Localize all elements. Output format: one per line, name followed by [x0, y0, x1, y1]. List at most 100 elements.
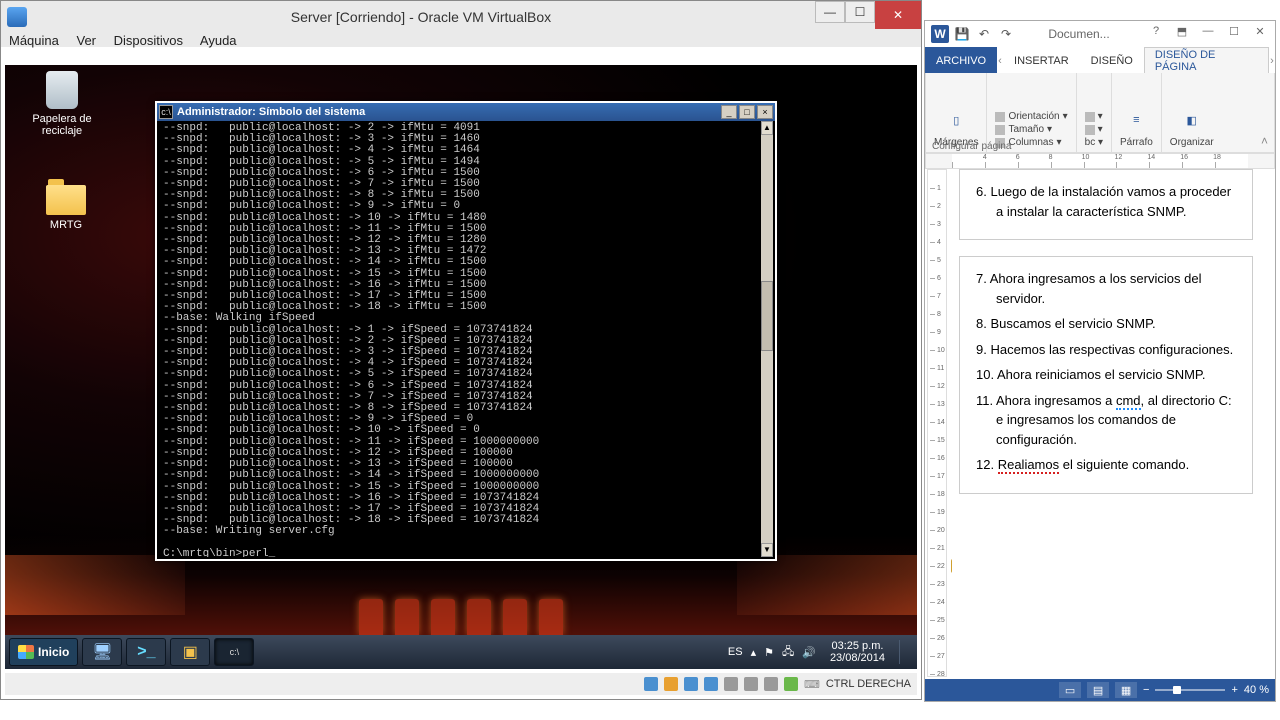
tab-diseno-pagina[interactable]: DISEÑO DE PÁGINA — [1144, 47, 1269, 73]
scroll-up-button[interactable]: ▲ — [761, 121, 773, 135]
status-mouse-icon[interactable] — [784, 677, 798, 691]
taskbar-powershell[interactable]: >_ — [126, 638, 166, 666]
taskbar-cmd[interactable]: c:\ — [214, 638, 254, 666]
view-print-layout[interactable]: ▤ — [1087, 682, 1109, 698]
size-button[interactable]: Tamaño ▾ — [995, 124, 1067, 135]
group-paragraph: ≡ Párrafo — [1112, 73, 1162, 152]
cmd-output[interactable]: --snpd: public@localhost: -> 2 -> ifMtu … — [159, 121, 761, 557]
windows-flag-icon — [18, 645, 34, 659]
status-rec-icon[interactable] — [764, 677, 778, 691]
cmd-minimize[interactable]: _ — [721, 105, 737, 119]
zoom-out[interactable]: − — [1143, 684, 1149, 696]
view-web-layout[interactable]: ▦ — [1115, 682, 1137, 698]
ribbon-tabs: ARCHIVO ‹ INSERTAR DISEÑO DISEÑO DE PÁGI… — [925, 47, 1275, 73]
maximize-button[interactable]: ☐ — [845, 1, 875, 23]
tab-nav-right[interactable]: › — [1269, 47, 1275, 73]
margins-icon[interactable]: ▯ — [943, 107, 969, 133]
horizontal-ruler[interactable]: 4681012141618 — [925, 153, 1275, 169]
cmd-maximize[interactable]: □ — [739, 105, 755, 119]
paragraph-icon[interactable]: ≡ — [1123, 107, 1149, 133]
menu-ayuda[interactable]: Ayuda — [200, 33, 237, 48]
page-setup-sublabel: Configurar página — [932, 141, 1012, 152]
wallpaper-lights — [261, 575, 661, 635]
close-button[interactable]: ✕ — [875, 1, 921, 29]
tray-clock[interactable]: 03:25 p.m. 23/08/2014 — [824, 640, 891, 664]
tab-insertar[interactable]: INSERTAR — [1003, 47, 1080, 73]
status-usb-icon[interactable] — [684, 677, 698, 691]
vertical-ruler[interactable]: 1234567891011121314151617181920212223242… — [927, 169, 947, 677]
vbox-status-bar: ⌨ CTRL DERECHA — [5, 673, 917, 695]
qat-redo-icon[interactable]: ↷ — [997, 25, 1015, 43]
ribbon-collapse-icon[interactable]: ˄ — [1261, 134, 1268, 148]
host-key-label: CTRL DERECHA — [826, 678, 911, 690]
zoom-level[interactable]: 40 % — [1244, 684, 1269, 696]
word-minimize[interactable]: — — [1195, 25, 1221, 43]
word-window: W 💾 ↶ ↷ Documen... ? ⬒ — ☐ ✕ ARCHIVO ‹ I… — [924, 20, 1276, 702]
word-help-button[interactable]: ? — [1143, 25, 1169, 43]
taskbar-explorer[interactable]: ▣ — [170, 638, 210, 666]
status-shared-icon[interactable] — [724, 677, 738, 691]
vbox-icon — [7, 7, 27, 27]
vm-desktop[interactable]: Papelera de reciclaje MRTG c:\ Administr… — [5, 65, 917, 635]
line-numbers-icon[interactable]: ▾ — [1085, 124, 1103, 135]
taskbar-server-manager[interactable]: 🖥 — [82, 638, 122, 666]
spelling-error: Realiamos — [998, 457, 1059, 474]
list-item: 12. Realiamos el siguiente comando. — [976, 455, 1236, 475]
start-button[interactable]: Inicio — [9, 638, 78, 666]
status-hdd-icon[interactable] — [644, 677, 658, 691]
vbox-title-text: Server [Corriendo] - Oracle VM VirtualBo… — [27, 1, 815, 25]
tray-chevron-up-icon[interactable]: ▴ — [751, 646, 757, 659]
scroll-down-button[interactable]: ▼ — [761, 543, 773, 557]
orientation-button[interactable]: Orientación ▾ — [995, 111, 1067, 122]
zoom-knob[interactable] — [1173, 686, 1181, 694]
word-titlebar[interactable]: W 💾 ↶ ↷ Documen... ? ⬒ — ☐ ✕ — [925, 21, 1275, 47]
word-maximize[interactable]: ☐ — [1221, 25, 1247, 43]
tray-lang[interactable]: ES — [728, 646, 743, 658]
word-icon[interactable]: W — [931, 25, 949, 43]
hyphenation-icon[interactable]: bc ▾ — [1085, 137, 1103, 148]
status-display-icon[interactable] — [744, 677, 758, 691]
list-item: 6. Luego de la instalación vamos a proce… — [976, 182, 1236, 221]
tray-time: 03:25 p.m. — [830, 640, 885, 652]
vm-taskbar: Inicio 🖥 >_ ▣ c:\ ES ▴ ⚑ 🖧 🔊 03:25 p.m. … — [5, 635, 917, 669]
tab-diseno[interactable]: DISEÑO — [1080, 47, 1144, 73]
ribbon: ▯ Márgenes Orientación ▾ Tamaño ▾ Column… — [925, 73, 1275, 153]
tray-flag-icon[interactable]: ⚑ — [764, 646, 774, 659]
word-title-text: Documen... — [1015, 27, 1143, 41]
folder-mrtg[interactable]: MRTG — [27, 185, 105, 231]
folder-icon — [46, 185, 86, 215]
menu-dispositivos[interactable]: Dispositivos — [114, 33, 183, 48]
zoom-in[interactable]: + — [1231, 684, 1237, 696]
qat-save-icon[interactable]: 💾 — [953, 25, 971, 43]
list-item: 10. Ahora reiniciamos el servicio SNMP. — [976, 365, 1236, 385]
cmd-scrollbar[interactable]: ▲ ▼ — [761, 121, 773, 557]
word-ribbon-options[interactable]: ⬒ — [1169, 25, 1195, 43]
trash-label: Papelera de reciclaje — [23, 113, 101, 137]
scroll-thumb[interactable] — [761, 281, 773, 351]
cmd-icon: c:\ — [159, 105, 173, 119]
comment-marker-icon[interactable] — [951, 559, 952, 573]
breaks-icon[interactable]: ▾ — [1085, 111, 1103, 122]
tray-network-icon[interactable]: 🖧 — [782, 643, 794, 662]
status-cd-icon[interactable] — [664, 677, 678, 691]
document-area[interactable]: 6. Luego de la instalación vamos a proce… — [951, 169, 1261, 677]
word-close[interactable]: ✕ — [1247, 25, 1273, 43]
command-prompt-window[interactable]: c:\ Administrador: Símbolo del sistema _… — [155, 101, 777, 561]
cmd-titlebar[interactable]: c:\ Administrador: Símbolo del sistema _… — [157, 103, 775, 121]
status-net-icon[interactable] — [704, 677, 718, 691]
recycle-bin[interactable]: Papelera de reciclaje — [23, 71, 101, 137]
menu-ver[interactable]: Ver — [77, 33, 97, 48]
view-read-mode[interactable]: ▭ — [1059, 682, 1081, 698]
qat-undo-icon[interactable]: ↶ — [975, 25, 993, 43]
tray-show-desktop[interactable] — [899, 640, 913, 664]
start-label: Inicio — [38, 645, 69, 659]
cmd-close[interactable]: × — [757, 105, 773, 119]
minimize-button[interactable]: — — [815, 1, 845, 23]
tray-sound-icon[interactable]: 🔊 — [802, 646, 816, 659]
tab-archivo[interactable]: ARCHIVO — [925, 47, 997, 73]
zoom-slider[interactable] — [1155, 689, 1225, 691]
menu-maquina[interactable]: Máquina — [9, 33, 59, 48]
organize-icon[interactable]: ◧ — [1179, 107, 1205, 133]
organize-label: Organizar — [1170, 137, 1214, 148]
paragraph-label: Párrafo — [1120, 137, 1153, 148]
